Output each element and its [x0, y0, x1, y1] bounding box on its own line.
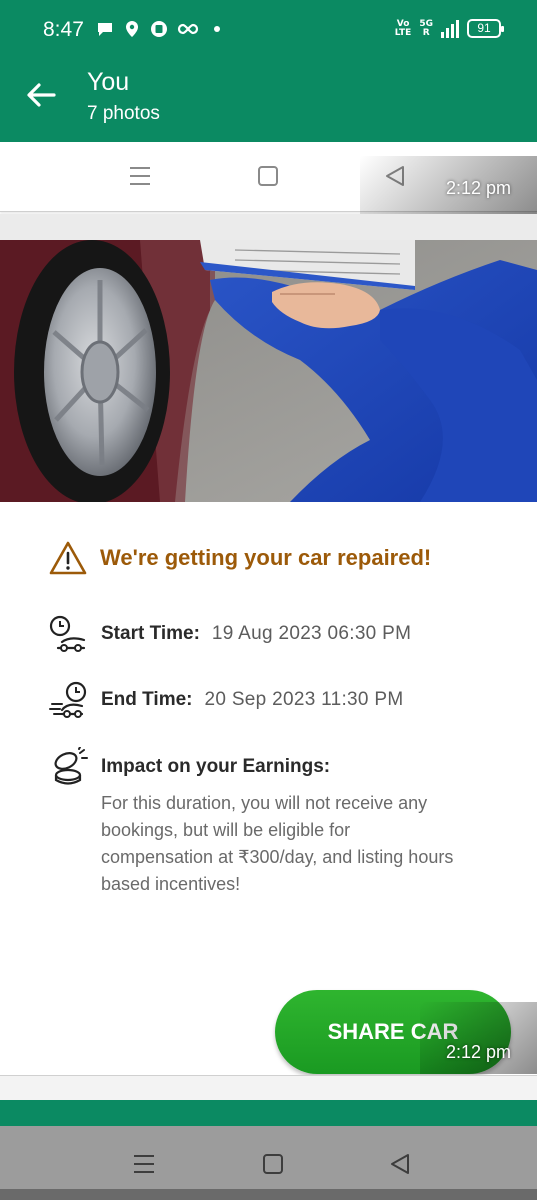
signal-icon: [441, 19, 459, 38]
repair-info-card: We're getting your car repaired! Start T…: [0, 502, 537, 1075]
end-time-row: End Time: 20 Sep 2023 11:30 PM: [48, 680, 403, 720]
next-photo-edge: [0, 1100, 537, 1126]
repair-warning-title: We're getting your car repaired!: [100, 545, 432, 570]
start-time-value: 19 Aug 2023 06:30 PM: [211, 623, 412, 644]
viewer-title: You: [87, 68, 130, 96]
infinity-icon: [177, 23, 199, 35]
photo-separator: [0, 214, 537, 240]
more-notifications-dot: [214, 26, 220, 32]
network-type: 5G R: [419, 18, 433, 38]
start-time-icon: [49, 615, 86, 652]
location-icon: [126, 21, 138, 37]
warning-icon: [49, 541, 87, 575]
viewed-photo[interactable]: 2:12 pm We're getting your car repaired!…: [0, 142, 537, 1100]
battery-icon: 91: [467, 19, 504, 38]
nav-bar-bottom-edge: [0, 1189, 537, 1200]
end-time-label: End Time:: [101, 689, 193, 710]
home-square-icon[interactable]: [262, 1153, 284, 1175]
viewer-header: 8:47 Vo LTE 5G R 91 You 7 photos: [0, 0, 537, 142]
end-time-value: 20 Sep 2023 11:30 PM: [204, 689, 404, 710]
volte-indicator: Vo LTE: [394, 18, 412, 38]
earnings-impact-row: Impact on your Earnings:: [48, 747, 330, 787]
recents-menu-icon[interactable]: [132, 1152, 156, 1176]
system-status: Vo LTE 5G R 91: [394, 18, 504, 38]
message-timestamp: 2:12 pm: [446, 178, 512, 198]
back-arrow-icon[interactable]: [24, 78, 58, 112]
message-timestamp: 2:12 pm: [446, 1042, 512, 1062]
back-triangle-icon[interactable]: [389, 1153, 411, 1175]
photo-nav-bar: 2:12 pm: [0, 142, 537, 214]
app-icon: [151, 21, 167, 37]
mechanic-inspection-image: [0, 240, 537, 502]
warning-row: We're getting your car repaired!: [48, 540, 431, 576]
coins-icon: [54, 747, 88, 785]
start-time-label: Start Time:: [101, 623, 200, 644]
end-time-icon: [49, 681, 87, 718]
earnings-impact-text: For this duration, you will not receive …: [101, 793, 454, 894]
status-time: 8:47: [43, 18, 84, 41]
notification-icons: [96, 20, 220, 38]
chat-icon: [98, 23, 112, 36]
home-square-icon: [258, 166, 278, 186]
recents-menu-icon: [130, 167, 150, 185]
photo-count: 7 photos: [87, 103, 160, 124]
earnings-impact-title: Impact on your Earnings:: [101, 756, 331, 777]
start-time-row: Start Time: 19 Aug 2023 06:30 PM: [48, 614, 411, 654]
photo-bottom-edge: [0, 1075, 537, 1100]
timestamp-shade: [420, 1002, 537, 1074]
